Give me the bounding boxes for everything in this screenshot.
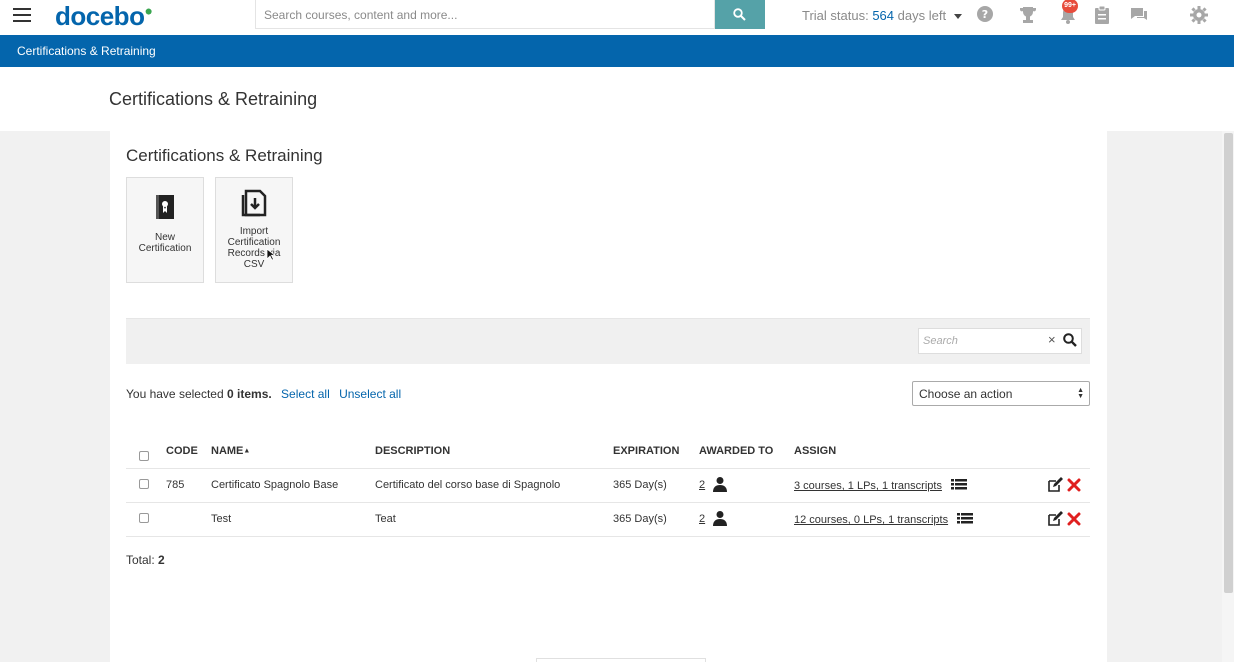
list-icon[interactable] [951,479,968,490]
tile-label-line1: New [154,232,175,243]
awarded-users-link[interactable]: 2 [699,513,705,525]
table-bottom-border [126,536,1090,537]
clear-search-icon[interactable]: × [1048,332,1056,347]
sort-asc-icon: ▲ [243,447,251,455]
cell-expiration: 365 Day(s) [613,479,667,491]
docebo-logo[interactable]: docebo● [55,1,153,32]
selection-summary: You have selected 0 items. Select all Un… [126,387,401,401]
logo-dot-icon: ● [144,2,153,19]
page-title: Certifications & Retraining [109,89,318,109]
selection-suffix: items. [237,387,272,401]
column-header-assign: ASSIGN [794,445,837,457]
chat-icon[interactable] [1129,5,1149,25]
tile-label-line2: Certification [227,237,281,248]
cell-assign: 3 courses, 1 LPs, 1 transcripts [794,479,968,492]
clipboard-icon[interactable] [1092,5,1112,25]
user-icon[interactable] [712,476,728,492]
cell-awarded: 2 [699,511,727,526]
cell-expiration: 365 Day(s) [613,513,667,525]
search-icon [733,8,746,21]
breadcrumb: Certifications & Retraining [0,35,1234,67]
caret-down-icon [953,14,962,20]
scrollbar-thumb[interactable] [1224,133,1233,593]
awarded-users-link[interactable]: 2 [699,479,705,491]
trial-days: 564 [872,8,895,23]
tile-label-line1: Import [239,226,269,237]
select-all-checkbox[interactable] [139,451,149,461]
breadcrumb-item[interactable]: Certifications & Retraining [17,44,156,58]
select-arrows-icon: ▲ ▼ [1077,387,1084,400]
global-search-button[interactable] [715,0,765,29]
mouse-cursor-icon [266,248,275,261]
unselect-all-link[interactable]: Unselect all [339,387,401,401]
help-icon[interactable]: ? [976,5,996,25]
bottom-tab [536,658,706,662]
gear-icon[interactable] [1189,5,1209,25]
edit-icon[interactable] [1047,477,1063,493]
column-header-description: DESCRIPTION [375,445,451,457]
cell-description: Teat [375,513,396,525]
select-all-link[interactable]: Select all [281,387,330,401]
tile-label-line3: Records via [227,248,281,259]
cell-name: Test [211,513,232,525]
total-count: Total: 2 [126,553,165,567]
column-header-name[interactable]: NAME▲ [211,445,250,457]
grid-search-input[interactable]: Search [918,328,1082,354]
user-icon[interactable] [712,510,728,526]
total-label: Total: [126,553,155,567]
svg-text:?: ? [982,8,988,21]
import-certification-csv-button[interactable]: Import Certification Records via CSV [215,177,293,283]
name-header-label: NAME [211,445,244,457]
cell-code: 785 [166,479,185,491]
tile-label-line4: CSV [243,259,265,270]
import-icon [241,189,267,217]
action-select[interactable]: Choose an action ▲ ▼ [912,381,1090,406]
cell-description: Certificato del corso base di Spagnolo [375,479,561,491]
tile-label-line2: Certification [138,243,192,254]
delete-icon[interactable] [1067,478,1081,492]
notification-badge: 99+ [1062,0,1078,13]
action-select-value: Choose an action [919,387,1013,401]
edit-icon[interactable] [1047,511,1063,527]
trial-suffix: days left [897,8,947,23]
trial-label: Trial status: [802,8,869,23]
total-value: 2 [158,553,165,567]
selection-prefix: You have selected [126,387,224,401]
certificate-icon [156,195,174,219]
trial-status[interactable]: Trial status: 564 days left [802,8,962,23]
assign-items-link[interactable]: 3 courses, 1 LPs, 1 transcripts [794,480,942,492]
search-icon[interactable] [1063,333,1077,347]
top-bar: docebo● Search courses, content and more… [0,0,1234,35]
global-search-input[interactable]: Search courses, content and more... [255,0,715,29]
cell-name: Certificato Spagnolo Base [211,479,339,491]
assign-items-link[interactable]: 12 courses, 0 LPs, 1 transcripts [794,514,948,526]
section-title: Certifications & Retraining [126,146,323,165]
delete-icon[interactable] [1067,512,1081,526]
cell-assign: 12 courses, 0 LPs, 1 transcripts [794,513,974,526]
filter-bar: Search × [126,318,1090,364]
trophy-icon[interactable] [1018,5,1038,25]
column-header-awarded-to: AWARDED TO [699,445,774,457]
menu-icon[interactable] [13,8,31,22]
table-row: Test Teat 365 Day(s) 2 12 courses, 0 LPs… [126,502,1090,536]
selection-count: 0 [226,387,234,401]
cell-awarded: 2 [699,477,727,492]
row-checkbox[interactable] [139,479,149,489]
table-row: 785 Certificato Spagnolo Base Certificat… [126,468,1090,502]
page-scrollbar[interactable] [1222,131,1234,662]
logo-text: docebo [55,1,145,31]
row-checkbox[interactable] [139,513,149,523]
new-certification-button[interactable]: New Certification [126,177,204,283]
list-icon[interactable] [957,513,974,524]
column-header-code: CODE [166,445,198,457]
column-header-expiration: EXPIRATION [613,445,680,457]
